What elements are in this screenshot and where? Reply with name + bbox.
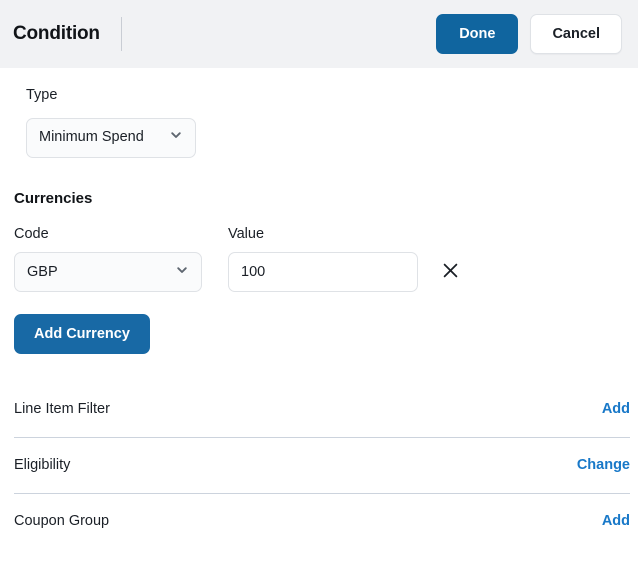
code-label: Code [14, 227, 228, 242]
line-item-filter-add-link[interactable]: Add [602, 402, 630, 417]
type-select[interactable]: Minimum Spend [26, 118, 196, 158]
type-label: Type [26, 88, 638, 103]
type-select-value: Minimum Spend [39, 130, 161, 145]
dialog-content: Type Minimum Spend Currencies Code Value… [0, 68, 638, 549]
currency-code-value: GBP [27, 265, 167, 280]
dialog-header: Condition Done Cancel [0, 0, 638, 68]
line-item-filter-label: Line Item Filter [14, 402, 110, 417]
currency-column-headers: Code Value [0, 206, 638, 242]
page-title: Condition [13, 23, 100, 45]
settings-list: Line Item Filter Add Eligibility Change … [0, 381, 638, 549]
value-label: Value [228, 227, 418, 242]
list-item: Line Item Filter Add [14, 381, 630, 437]
add-currency-wrap: Add Currency [0, 292, 638, 354]
done-button[interactable]: Done [436, 14, 518, 54]
header-vertical-divider [121, 17, 122, 51]
list-item: Eligibility Change [14, 437, 630, 493]
currency-row: GBP [0, 241, 638, 292]
currency-code-select[interactable]: GBP [14, 252, 202, 292]
coupon-group-add-link[interactable]: Add [602, 514, 630, 529]
header-actions: Done Cancel [436, 14, 622, 54]
chevron-down-icon [175, 263, 189, 282]
currencies-heading: Currencies [14, 191, 638, 206]
currencies-section: Currencies [0, 158, 638, 206]
add-currency-button[interactable]: Add Currency [14, 314, 150, 354]
cancel-button[interactable]: Cancel [530, 14, 622, 54]
currency-value-input[interactable] [228, 252, 418, 292]
remove-currency-button[interactable] [436, 258, 464, 286]
chevron-down-icon [169, 128, 183, 147]
eligibility-label: Eligibility [14, 458, 70, 473]
list-item: Coupon Group Add [14, 493, 630, 549]
coupon-group-label: Coupon Group [14, 514, 109, 529]
type-field-group: Type Minimum Spend [0, 68, 638, 158]
close-icon [442, 262, 459, 282]
eligibility-change-link[interactable]: Change [577, 458, 630, 473]
